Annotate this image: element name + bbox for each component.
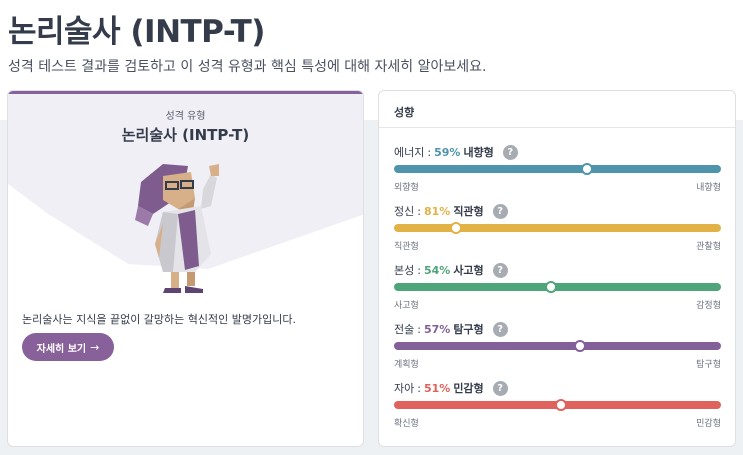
trait-left-label: 외향형	[394, 183, 419, 193]
trait-indicator	[554, 399, 567, 411]
trait-result: 내향형	[463, 146, 494, 159]
trait-percent: 81%	[423, 204, 451, 218]
trait-heading: 본성: 54% 사고형 ?	[394, 261, 508, 279]
trait-row: 정신: 81% 직관형 ? 직관형 관찰형	[394, 202, 721, 252]
trait-percent: 51%	[423, 381, 451, 395]
type-description: 논리술사는 지식을 끝없이 갈망하는 혁신적인 발명가입니다.	[22, 313, 296, 326]
trait-bar	[394, 163, 721, 175]
help-icon[interactable]: ?	[502, 144, 518, 160]
logician-avatar	[133, 154, 233, 298]
page-title: 논리술사 (INTP-T)	[8, 14, 265, 50]
trait-left-label: 사고형	[394, 301, 419, 311]
trait-indicator	[580, 163, 593, 175]
trait-heading: 자아: 51% 민감형 ?	[394, 379, 508, 397]
trait-name: 전술	[394, 323, 415, 336]
trait-row: 에너지: 59% 내향형 ? 외향형 내향형	[394, 143, 721, 193]
trait-right-label: 관찰형	[696, 242, 721, 252]
arrow-right-icon: →	[90, 340, 100, 354]
trait-result: 탐구형	[453, 323, 484, 336]
trait-heading: 정신: 81% 직관형 ?	[394, 202, 508, 220]
trait-result: 사고형	[453, 264, 484, 277]
help-icon[interactable]: ?	[492, 203, 508, 219]
trait-colon: :	[417, 381, 421, 395]
trait-colon: :	[417, 263, 421, 277]
trait-name: 정신	[394, 205, 415, 218]
trait-bar	[394, 340, 721, 352]
trait-percent: 59%	[434, 145, 461, 159]
trait-left-label: 직관형	[394, 242, 419, 252]
trait-right-label: 민감형	[696, 419, 721, 429]
trait-right-label: 내향형	[696, 183, 721, 193]
trait-name: 본성	[394, 264, 415, 277]
logician-illustration-icon	[135, 164, 219, 293]
personality-type-card: 성격 유형 논리술사 (INTP-T) 논리술사는 지식을 끝없이 갈망하는 혁…	[7, 90, 364, 447]
read-more-label: 자세히 보기	[36, 343, 87, 355]
traits-divider	[379, 127, 735, 128]
trait-percent: 57%	[423, 322, 451, 336]
trait-indicator	[544, 281, 557, 293]
trait-heading: 전술: 57% 탐구형 ?	[394, 320, 508, 338]
trait-percent: 54%	[423, 263, 451, 277]
trait-name: 자아	[394, 382, 415, 395]
type-label: 성격 유형	[165, 111, 206, 122]
trait-bar	[394, 399, 721, 411]
trait-result: 민감형	[453, 382, 484, 395]
trait-row: 자아: 51% 민감형 ? 확신형 민감형	[394, 379, 721, 429]
trait-right-label: 감정형	[696, 301, 721, 311]
trait-colon: :	[417, 204, 421, 218]
type-hero: 성격 유형 논리술사 (INTP-T)	[8, 94, 363, 293]
trait-colon: :	[417, 322, 421, 336]
page-subtitle: 성격 테스트 결과를 검토하고 이 성격 유형과 핵심 특성에 대해 자세히 알…	[8, 59, 487, 75]
type-name: 논리술사 (INTP-T)	[121, 126, 250, 144]
trait-name: 에너지	[394, 146, 425, 159]
trait-indicator	[450, 222, 463, 234]
traits-card: 성향 에너지: 59% 내향형 ? 외향형 내향형 정신: 81% 직관형 ? …	[378, 90, 736, 447]
trait-left-label: 계획형	[394, 360, 419, 370]
help-icon[interactable]: ?	[492, 380, 508, 396]
trait-colon: :	[427, 145, 432, 159]
trait-row: 본성: 54% 사고형 ? 사고형 감정형	[394, 261, 721, 311]
trait-result: 직관형	[453, 205, 484, 218]
trait-heading: 에너지: 59% 내향형 ?	[394, 143, 518, 161]
traits-title: 성향	[394, 106, 415, 119]
read-more-button[interactable]: 자세히 보기 →	[22, 333, 114, 361]
help-icon[interactable]: ?	[492, 321, 508, 337]
trait-row: 전술: 57% 탐구형 ? 계획형 탐구형	[394, 320, 721, 370]
trait-left-label: 확신형	[394, 419, 419, 429]
trait-bar	[394, 281, 721, 293]
trait-right-label: 탐구형	[696, 360, 721, 370]
trait-bar	[394, 222, 721, 234]
trait-indicator	[574, 340, 587, 352]
help-icon[interactable]: ?	[492, 262, 508, 278]
